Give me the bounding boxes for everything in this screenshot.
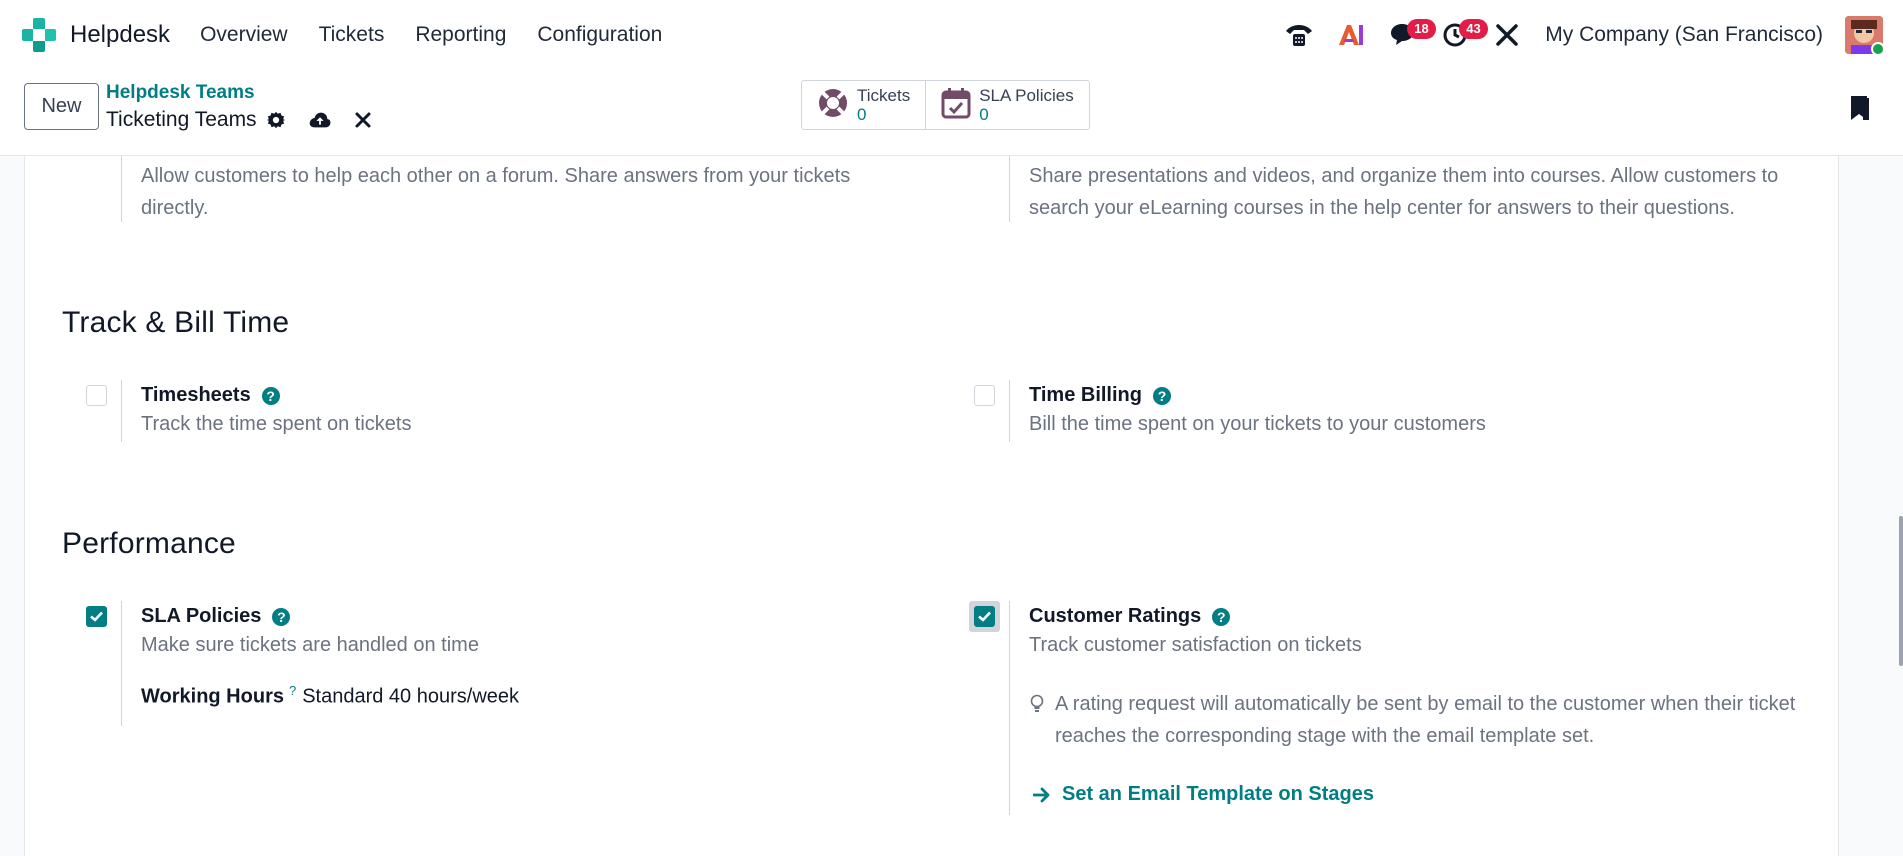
setting-divider <box>1009 601 1010 815</box>
systray: 18 43 My Company (San Francisco) <box>1267 0 1903 69</box>
scrollbar-thumb[interactable] <box>1899 516 1903 666</box>
setting-divider <box>121 601 122 726</box>
setting-divider <box>1009 156 1010 222</box>
breadcrumb-parent[interactable]: Helpdesk Teams <box>106 82 255 104</box>
sla-policies-label: SLA Policies <box>141 605 262 627</box>
phone-icon[interactable] <box>1279 15 1319 55</box>
form-sheet: Allow customers to help each other on a … <box>24 156 1839 856</box>
check-icon <box>90 611 103 622</box>
set-email-template-label: Set an Email Template on Stages <box>1062 783 1374 805</box>
timesheets-checkbox[interactable] <box>86 385 107 406</box>
ai-icon[interactable] <box>1331 15 1371 55</box>
working-hours-label: Working Hours <box>141 685 284 708</box>
sla-policies-desc: Make sure tickets are handled on time <box>141 634 479 656</box>
sla-policies-checkbox[interactable] <box>86 606 107 627</box>
check-icon <box>978 611 991 622</box>
setting-divider <box>121 380 122 442</box>
gear-icon[interactable] <box>266 111 285 129</box>
setting-divider <box>1009 380 1010 442</box>
tickets-smart-count: 0 <box>857 105 867 124</box>
section-title-track-bill-time: Track & Bill Time <box>62 306 290 339</box>
community-forum-desc: Allow customers to help each other on a … <box>141 165 851 219</box>
timesheets-title: Timesheets ? <box>141 384 280 407</box>
activities-clock-icon[interactable]: 43 <box>1435 15 1488 55</box>
tools-icon[interactable] <box>1487 15 1527 55</box>
tickets-smart-button[interactable]: Tickets 0 <box>802 81 927 129</box>
menu-overview[interactable]: Overview <box>200 23 288 47</box>
working-hours-value[interactable]: Standard 40 hours/week <box>302 686 519 708</box>
help-icon[interactable]: ? <box>1152 386 1171 405</box>
bookmark-icon[interactable] <box>1849 95 1869 126</box>
time-billing-desc: Bill the time spent on your tickets to y… <box>1029 413 1486 435</box>
help-icon[interactable]: ? <box>272 607 291 626</box>
tickets-smart-label: Tickets <box>857 86 911 105</box>
timesheets-label: Timesheets <box>141 384 251 406</box>
scrollbar[interactable] <box>1897 156 1903 838</box>
arrow-right-icon <box>1033 787 1051 803</box>
new-button[interactable]: New <box>24 83 99 130</box>
working-hours-field: Working Hours? Standard 40 hours/week <box>141 683 519 709</box>
help-tooltip-icon[interactable]: ? <box>289 683 296 698</box>
record-actions <box>266 111 395 129</box>
time-billing-label: Time Billing <box>1029 384 1142 406</box>
menu-tickets[interactable]: Tickets <box>319 23 385 47</box>
messages-icon[interactable]: 18 <box>1383 15 1436 55</box>
timesheets-desc: Track the time spent on tickets <box>141 413 412 435</box>
app-name: Helpdesk <box>70 20 171 48</box>
smart-buttons: Tickets 0 SLA Policies 0 <box>801 80 1090 130</box>
save-cloud-icon[interactable] <box>309 111 331 129</box>
set-email-template-link[interactable]: Set an Email Template on Stages <box>1033 783 1374 806</box>
setting-divider <box>121 156 122 222</box>
messages-badge: 18 <box>1407 18 1436 39</box>
discard-close-icon[interactable] <box>355 112 371 128</box>
record-title: Ticketing Teams <box>106 108 257 131</box>
time-billing-checkbox[interactable] <box>974 385 995 406</box>
app-brand[interactable]: Helpdesk <box>22 17 171 52</box>
customer-ratings-title: Customer Ratings ? <box>1029 605 1231 628</box>
customer-ratings-desc: Track customer satisfaction on tickets <box>1029 634 1362 656</box>
control-panel: New Helpdesk Teams Ticketing Teams Ticke… <box>0 69 1903 156</box>
customer-ratings-checkbox[interactable] <box>974 606 995 627</box>
activities-badge: 43 <box>1459 18 1488 39</box>
user-avatar[interactable] <box>1845 15 1883 54</box>
breadcrumb-current: Ticketing Teams <box>106 108 395 132</box>
help-icon[interactable]: ? <box>1212 607 1231 626</box>
main-menu: Overview Tickets Reporting Configuration <box>200 23 693 47</box>
sla-policies-title: SLA Policies ? <box>141 605 291 628</box>
customer-ratings-label: Customer Ratings <box>1029 605 1202 627</box>
elearning-desc: Share presentations and videos, and orga… <box>1029 165 1779 219</box>
section-title-performance: Performance <box>62 527 236 560</box>
sla-smart-label: SLA Policies <box>979 86 1074 105</box>
online-status-icon <box>1871 41 1883 54</box>
rating-note: A rating request will automatically be s… <box>1055 693 1796 747</box>
lightbulb-icon <box>1030 694 1044 719</box>
time-billing-title: Time Billing ? <box>1029 384 1171 407</box>
sla-smart-button[interactable]: SLA Policies 0 <box>926 81 1089 129</box>
company-switcher[interactable]: My Company (San Francisco) <box>1545 23 1823 47</box>
menu-reporting[interactable]: Reporting <box>415 23 506 47</box>
lifebuoy-icon <box>817 87 849 124</box>
help-icon[interactable]: ? <box>261 386 280 405</box>
helpdesk-logo-icon <box>22 17 56 52</box>
calendar-check-icon <box>941 87 971 124</box>
top-navbar: Helpdesk Overview Tickets Reporting Conf… <box>0 0 1903 69</box>
menu-configuration[interactable]: Configuration <box>537 23 662 47</box>
sla-smart-count: 0 <box>979 105 989 124</box>
